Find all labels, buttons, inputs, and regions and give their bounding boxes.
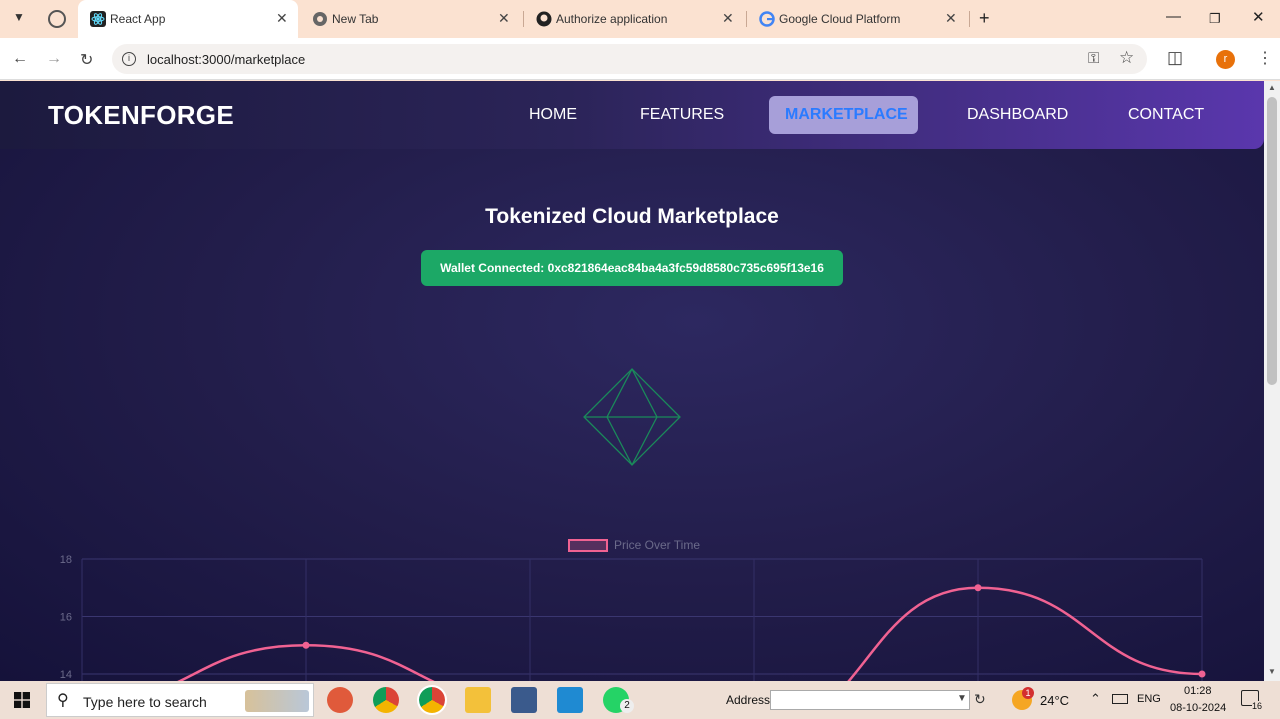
windows-start-icon[interactable] [14,692,30,708]
y-tick-label: 14 [60,669,72,681]
page-title: Tokenized Cloud Marketplace [485,205,779,228]
data-point [302,641,310,649]
snipping-tool-icon[interactable] [327,687,353,713]
scrollbar-thumb[interactable] [1267,97,1277,385]
series-line [177,586,1203,681]
file-explorer-icon[interactable] [465,687,491,713]
tab-title: New Tab [332,12,379,26]
wallet-status-badge: Wallet Connected: 0xc821864eac84ba4a3fc5… [421,250,843,286]
window-close-button[interactable]: ✕ [1252,8,1265,26]
clock-time[interactable]: 01:28 [1184,685,1212,697]
forward-icon[interactable]: → [46,50,62,68]
vscode-icon[interactable] [557,687,583,713]
back-icon[interactable]: ← [12,50,28,68]
chrome-icon [313,12,327,26]
nav-dashboard[interactable]: DASHBOARD [951,96,1079,134]
close-icon[interactable]: ✕ [498,10,510,27]
weather-badge: 1 [1022,687,1034,699]
profile-avatar[interactable]: r [1216,50,1235,69]
nav-features[interactable]: FEATURES [624,96,736,134]
search-highlight-image [245,690,309,712]
tab-title: Authorize application [556,12,668,26]
chatgpt-tab-icon[interactable] [48,10,66,28]
legend-label: Price Over Time [614,538,700,552]
url-text[interactable]: localhost:3000/marketplace [147,52,305,67]
tab-title: Google Cloud Platform [779,12,901,26]
weather-temp[interactable]: 24°C [1040,693,1069,708]
nav-marketplace[interactable]: MARKETPLACE [769,96,918,134]
refresh-icon[interactable]: ↻ [974,691,986,708]
close-icon[interactable]: ✕ [945,10,957,27]
address-bar[interactable]: i localhost:3000/marketplace ⚿ ☆ [112,44,1147,74]
address-toolbar-input[interactable]: ▼ [770,690,970,710]
battery-icon[interactable] [1112,694,1128,704]
restore-button[interactable]: ❐ [1209,11,1221,27]
reload-icon[interactable]: ↻ [80,50,93,70]
whatsapp-badge: 2 [620,699,634,713]
minimize-button[interactable]: — [1166,8,1181,25]
search-placeholder: Type here to search [83,694,207,710]
tab-new-tab[interactable]: New Tab ✕ [300,0,522,38]
app-navbar: TOKENFORGE HOME FEATURES MARKETPLACE DAS… [0,81,1264,149]
brand-logo[interactable]: TOKENFORGE [48,100,234,131]
chevron-down-icon[interactable]: ▼ [957,693,967,704]
browser-tab-strip: ▼ React App ✕ New Tab ✕ Authorize applic… [0,0,1280,38]
page-content: TOKENFORGE HOME FEATURES MARKETPLACE DAS… [0,81,1264,681]
language-indicator[interactable]: ENG [1137,693,1161,705]
scroll-down-icon[interactable]: ▼ [1268,667,1276,676]
token-3d-icon [583,368,681,466]
site-info-icon[interactable]: i [122,52,136,66]
nav-home[interactable]: HOME [513,96,590,134]
new-tab-button[interactable]: + [979,8,990,29]
data-point [1198,670,1206,678]
y-tick-label: 16 [60,612,72,624]
chrome-active-taskbar-icon[interactable] [417,685,447,715]
scroll-up-icon[interactable]: ▲ [1268,83,1276,92]
search-icon: ⚲ [57,692,69,709]
chevron-down-icon: ▼ [13,10,25,24]
bookmark-star-icon[interactable]: ☆ [1119,48,1134,68]
close-icon[interactable]: ✕ [722,10,734,27]
tab-google-cloud-platform[interactable]: Google Cloud Platform ✕ [747,0,969,38]
github-icon [536,11,552,27]
tab-search-button[interactable]: ▼ [8,0,30,38]
windows-taskbar: ⚲ Type here to search 2 Address ▼ ↻ 1 24… [0,681,1280,719]
tab-react-app[interactable]: React App ✕ [78,0,298,38]
google-icon [759,11,775,27]
address-label: Address [726,693,771,707]
more-menu-icon[interactable]: ⋮ [1257,48,1273,68]
react-icon [90,11,106,27]
legend-swatch [568,539,608,552]
close-icon[interactable]: ✕ [276,10,288,27]
mysql-workbench-icon[interactable] [511,687,537,713]
password-key-icon[interactable]: ⚿ [1088,50,1099,67]
page-scrollbar[interactable]: ▲ ▼ [1264,81,1280,681]
price-chart: Price Over Time 18 16 14 [60,538,1206,681]
chevron-up-icon[interactable]: ⌃ [1090,691,1101,707]
extensions-icon[interactable]: ◫ [1167,48,1183,68]
nav-contact[interactable]: CONTACT [1112,96,1217,134]
chrome-taskbar-icon[interactable] [373,687,399,713]
tab-title: React App [110,12,166,26]
notification-count: 16 [1252,701,1263,711]
taskbar-search-box[interactable]: ⚲ Type here to search [46,683,314,717]
y-tick-label: 18 [60,554,72,566]
data-point [974,584,982,592]
browser-toolbar: ← → ↻ i localhost:3000/marketplace ⚿ ☆ ◫… [0,38,1280,80]
tab-authorize-application[interactable]: Authorize application ✕ [524,0,746,38]
clock-date[interactable]: 08-10-2024 [1170,702,1226,714]
